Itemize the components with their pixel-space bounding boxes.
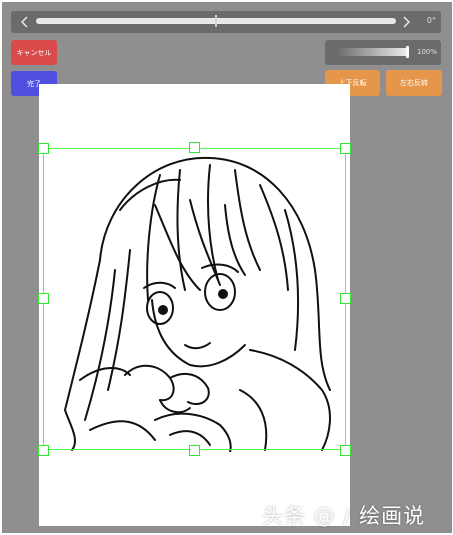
transform-handle-top[interactable]	[189, 142, 200, 153]
flip-horizontal-button[interactable]: 左右反转	[386, 70, 442, 96]
transform-handle-top-left[interactable]	[38, 143, 49, 154]
chevron-right-icon[interactable]	[398, 11, 414, 33]
cancel-button[interactable]: キャンセル	[11, 40, 57, 65]
selection-bounding-box	[43, 148, 346, 450]
transform-handle-bottom[interactable]	[189, 445, 200, 456]
transform-handle-left[interactable]	[38, 293, 49, 304]
transform-handle-top-right[interactable]	[340, 143, 351, 154]
opacity-slider-bar: 100%	[325, 40, 441, 65]
opacity-slider[interactable]	[337, 46, 409, 58]
rotation-slider-bar: 0°	[11, 11, 441, 33]
transform-handle-bottom-left[interactable]	[38, 445, 49, 456]
rotation-readout: 0°	[426, 16, 436, 25]
chevron-left-icon[interactable]	[17, 11, 33, 33]
opacity-slider-thumb[interactable]	[406, 46, 409, 58]
transform-handle-bottom-right[interactable]	[340, 445, 351, 456]
rotation-slider-thumb[interactable]	[215, 15, 217, 27]
watermark-text: 头条 @ / 绘画说	[262, 504, 426, 528]
opacity-readout: 100%	[416, 48, 437, 56]
rotation-slider[interactable]	[36, 15, 396, 27]
transform-handle-right[interactable]	[340, 293, 351, 304]
